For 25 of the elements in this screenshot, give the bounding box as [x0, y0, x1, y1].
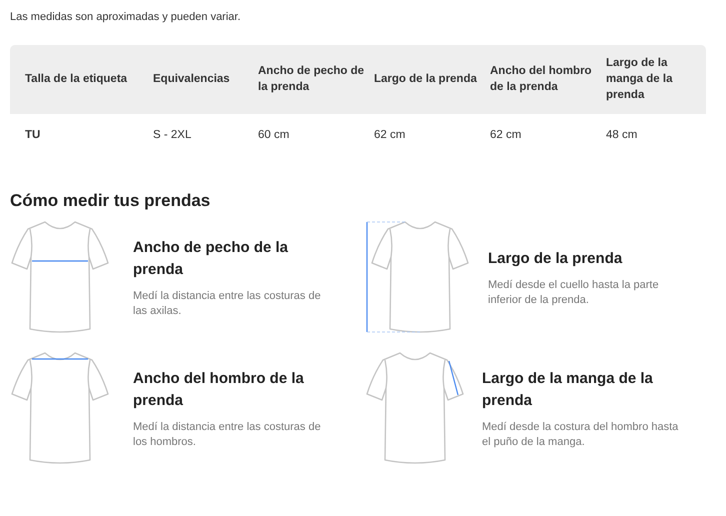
measure-title: Ancho del hombro de la prenda: [133, 369, 305, 411]
measure-description: Medí la distancia entre las costuras de las axilas.: [133, 289, 322, 319]
measure-description: Medí desde la costura del hombro hasta el puño de la manga.: [482, 420, 680, 450]
measure-title: Largo de la manga de la prenda: [482, 369, 654, 411]
measure-title: Ancho de pecho de la prenda: [133, 238, 290, 280]
measure-title: Largo de la prenda: [488, 249, 624, 269]
table-cell: 60 cm: [258, 128, 290, 140]
column-header: Talla de la etiqueta: [25, 72, 128, 87]
disclaimer-text: Las medidas son aproximadas y pueden variar.: [10, 10, 242, 25]
measure-line: [32, 260, 88, 262]
table-cell: S - 2XL: [153, 128, 192, 140]
section-heading: Cómo medir tus prendas: [10, 190, 212, 212]
column-header: Largo de la prenda: [374, 72, 478, 87]
column-header: Largo de la manga de la prenda: [606, 56, 674, 103]
table-cell: 62 cm: [374, 128, 406, 140]
table-cell: 48 cm: [606, 128, 638, 140]
measure-description: Medí la distancia entre las costuras de los hombros.: [133, 420, 322, 450]
measure-line: [448, 360, 459, 396]
table-cell: TU: [25, 128, 40, 140]
column-header: Equivalencias: [153, 72, 231, 87]
table-cell: 62 cm: [490, 128, 522, 140]
column-header: Ancho del hombro de la prenda: [490, 64, 593, 95]
measure-description: Medí desde el cuello hasta la parte inferior de la prenda.: [488, 278, 660, 308]
measure-line: [32, 358, 88, 360]
column-header: Ancho de pecho de la prenda: [258, 64, 366, 95]
